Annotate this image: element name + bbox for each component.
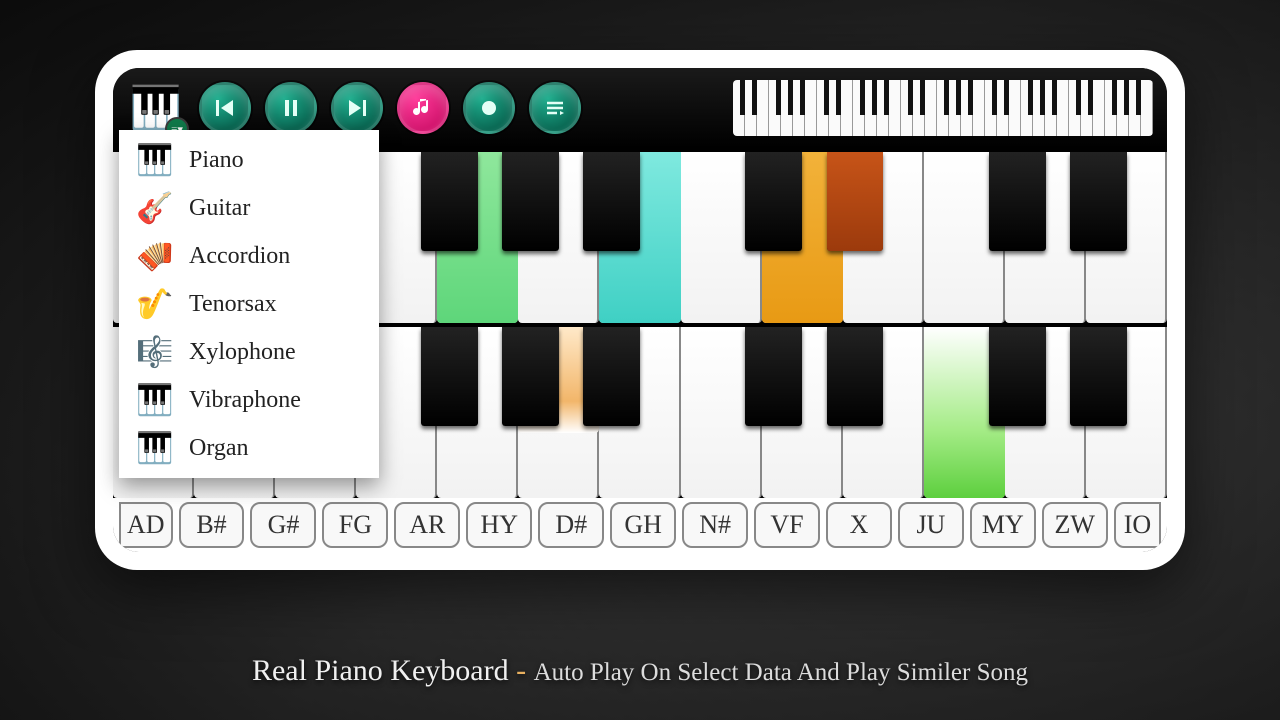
black-key[interactable] bbox=[745, 152, 802, 251]
chord-button[interactable]: AR bbox=[394, 502, 460, 548]
instrument-menu-item[interactable]: 🎷 Tenorsax bbox=[119, 280, 379, 328]
black-key[interactable] bbox=[421, 327, 478, 426]
chord-button[interactable]: HY bbox=[466, 502, 532, 548]
instrument-menu: 🎹 Piano 🎸 Guitar 🪗 Accordion 🎷 Tenorsax 🎼 Xylopho… bbox=[119, 130, 379, 478]
black-key[interactable] bbox=[989, 327, 1046, 426]
black-key[interactable] bbox=[745, 327, 802, 426]
black-key[interactable] bbox=[989, 152, 1046, 251]
chord-button[interactable]: N# bbox=[682, 502, 748, 548]
chord-button[interactable]: MY bbox=[970, 502, 1036, 548]
instrument-menu-label: Xylophone bbox=[189, 339, 296, 366]
instrument-menu-item[interactable]: 🎹 Piano bbox=[119, 136, 379, 184]
chord-button[interactable]: GH bbox=[610, 502, 676, 548]
chord-bar: ADB#G#FGARHYD#GHN#VFXJUMYZWIO bbox=[113, 498, 1167, 552]
caption-title: Real Piano Keyboard bbox=[252, 654, 509, 687]
pressed-key-highlight bbox=[827, 152, 884, 251]
instrument-menu-item[interactable]: 🎹 Vibraphone bbox=[119, 376, 379, 424]
chord-button[interactable]: JU bbox=[898, 502, 964, 548]
black-key[interactable] bbox=[827, 327, 884, 426]
record-button[interactable] bbox=[463, 82, 515, 134]
tenorsax-icon: 🎷 bbox=[135, 286, 175, 322]
black-key[interactable] bbox=[502, 327, 559, 426]
instrument-menu-label: Accordion bbox=[189, 243, 290, 270]
black-key[interactable] bbox=[1070, 327, 1127, 426]
promo-caption: Real Piano Keyboard - Auto Play On Selec… bbox=[0, 654, 1280, 688]
device-frame: 🎹 ≡▾ bbox=[95, 50, 1185, 570]
instrument-menu-label: Piano bbox=[189, 147, 244, 174]
pause-button[interactable] bbox=[265, 82, 317, 134]
chord-button[interactable]: AD bbox=[119, 502, 173, 548]
instrument-menu-label: Tenorsax bbox=[189, 291, 277, 318]
caption-separator: - bbox=[516, 654, 526, 687]
previous-button[interactable] bbox=[199, 82, 251, 134]
guitar-icon: 🎸 bbox=[135, 190, 175, 226]
chord-button[interactable]: X bbox=[826, 502, 892, 548]
next-button[interactable] bbox=[331, 82, 383, 134]
music-button[interactable] bbox=[397, 82, 449, 134]
instrument-menu-item[interactable]: 🎸 Guitar bbox=[119, 184, 379, 232]
chord-button[interactable]: FG bbox=[322, 502, 388, 548]
caption-subtitle: Auto Play On Select Data And Play Simile… bbox=[534, 659, 1028, 686]
accordion-icon: 🪗 bbox=[135, 238, 175, 274]
app-screen: 🎹 ≡▾ bbox=[113, 68, 1167, 552]
black-key[interactable] bbox=[583, 152, 640, 251]
chord-button[interactable]: ZW bbox=[1042, 502, 1108, 548]
chord-button[interactable]: VF bbox=[754, 502, 820, 548]
instrument-menu-item[interactable]: 🪗 Accordion bbox=[119, 232, 379, 280]
vibraphone-icon: 🎹 bbox=[135, 382, 175, 418]
chord-button[interactable]: D# bbox=[538, 502, 604, 548]
grand-piano-icon: 🎹 bbox=[135, 142, 175, 178]
black-key[interactable] bbox=[583, 327, 640, 426]
instrument-menu-item[interactable]: 🎼 Xylophone bbox=[119, 328, 379, 376]
xylophone-icon: 🎼 bbox=[135, 334, 175, 370]
instrument-menu-item[interactable]: 🎹 Organ bbox=[119, 424, 379, 472]
chord-button[interactable]: B# bbox=[179, 502, 245, 548]
keyboard-minimap[interactable] bbox=[733, 80, 1153, 136]
queue-button[interactable] bbox=[529, 82, 581, 134]
black-key[interactable] bbox=[421, 152, 478, 251]
instrument-menu-label: Organ bbox=[189, 435, 249, 462]
organ-icon: 🎹 bbox=[135, 430, 175, 466]
chord-button[interactable]: G# bbox=[250, 502, 316, 548]
instrument-menu-label: Vibraphone bbox=[189, 387, 301, 414]
black-key[interactable] bbox=[502, 152, 559, 251]
black-key[interactable] bbox=[1070, 152, 1127, 251]
instrument-menu-label: Guitar bbox=[189, 195, 250, 222]
chord-button[interactable]: IO bbox=[1114, 502, 1161, 548]
instrument-selector[interactable]: 🎹 ≡▾ bbox=[127, 79, 185, 137]
